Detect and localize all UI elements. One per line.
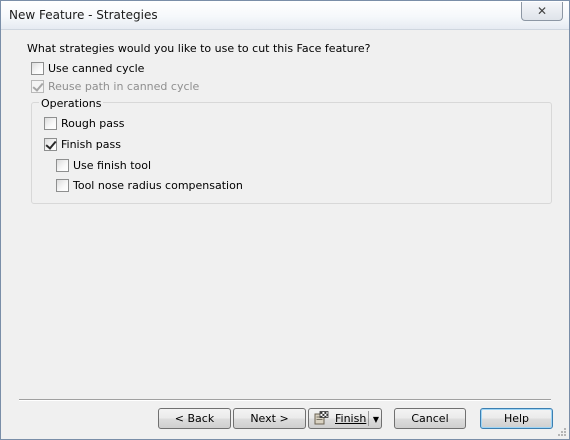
cancel-button[interactable]: Cancel [394, 408, 466, 429]
finish-split-button[interactable]: Finish ▼ [308, 408, 382, 429]
dialog-window: New Feature - Strategies ✕ What strategi… [0, 0, 570, 440]
next-button[interactable]: Next > [233, 408, 306, 429]
use-finish-tool-checkbox[interactable]: Use finish tool [56, 157, 151, 173]
window-title: New Feature - Strategies [9, 8, 158, 22]
button-separator [19, 399, 551, 401]
finish-pass-label: Finish pass [61, 137, 121, 151]
finish-pass-checkbox[interactable]: Finish pass [44, 136, 121, 152]
split-divider [368, 411, 369, 426]
use-finish-tool-label: Use finish tool [73, 158, 152, 172]
strategy-prompt: What strategies would you like to use to… [27, 42, 371, 55]
dialog-content: What strategies would you like to use to… [1, 31, 569, 439]
checkbox-box[interactable] [56, 158, 69, 172]
title-bar: New Feature - Strategies ✕ [1, 1, 569, 30]
reuse-path-label: Reuse path in canned cycle [48, 79, 200, 93]
close-icon: ✕ [536, 4, 548, 18]
resize-grip-icon[interactable] [555, 425, 567, 437]
checkbox-box-checked [31, 79, 44, 93]
operations-group-label: Operations [39, 97, 104, 110]
rough-pass-label: Rough pass [61, 116, 125, 130]
use-canned-cycle-checkbox[interactable]: Use canned cycle [31, 60, 144, 76]
rough-pass-checkbox[interactable]: Rough pass [44, 115, 125, 131]
tool-nose-radius-label: Tool nose radius compensation [73, 178, 243, 192]
close-button[interactable]: ✕ [521, 2, 563, 21]
checkbox-box[interactable] [44, 116, 57, 130]
checkbox-box[interactable] [31, 61, 44, 75]
checkbox-box[interactable] [56, 178, 69, 192]
finish-label: Finish [335, 412, 367, 425]
use-canned-cycle-label: Use canned cycle [48, 61, 145, 75]
help-button[interactable]: Help [480, 408, 553, 429]
back-button[interactable]: < Back [158, 408, 231, 429]
reuse-path-checkbox: Reuse path in canned cycle [31, 78, 199, 94]
finish-flag-icon [314, 411, 329, 425]
dropdown-arrow-icon[interactable]: ▼ [370, 409, 382, 431]
tool-nose-radius-checkbox[interactable]: Tool nose radius compensation [56, 177, 243, 193]
checkbox-box-checked[interactable] [44, 137, 57, 151]
